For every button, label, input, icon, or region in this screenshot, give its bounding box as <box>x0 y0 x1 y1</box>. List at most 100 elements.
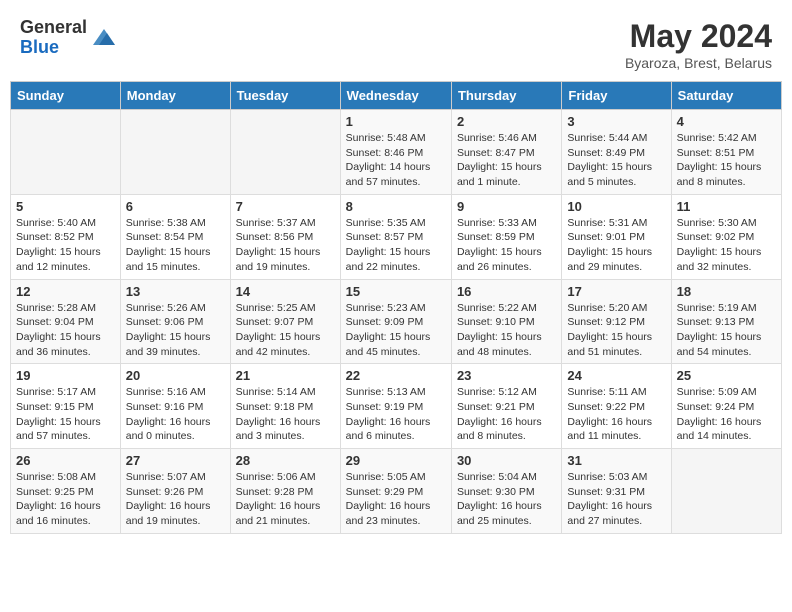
day-info: Sunrise: 5:14 AMSunset: 9:18 PMDaylight:… <box>236 385 335 444</box>
calendar-cell: 25 Sunrise: 5:09 AMSunset: 9:24 PMDayligh… <box>671 364 781 449</box>
calendar-cell: 18 Sunrise: 5:19 AMSunset: 9:13 PMDayligh… <box>671 279 781 364</box>
calendar-week-row: 26 Sunrise: 5:08 AMSunset: 9:25 PMDayligh… <box>11 449 782 534</box>
day-info: Sunrise: 5:11 AMSunset: 9:22 PMDaylight:… <box>567 385 665 444</box>
day-info: Sunrise: 5:40 AMSunset: 8:52 PMDaylight:… <box>16 216 115 275</box>
weekday-header: Sunday <box>11 82 121 110</box>
day-number: 15 <box>346 284 446 299</box>
calendar-cell: 5 Sunrise: 5:40 AMSunset: 8:52 PMDaylight… <box>11 194 121 279</box>
calendar-cell: 9 Sunrise: 5:33 AMSunset: 8:59 PMDaylight… <box>451 194 561 279</box>
day-info: Sunrise: 5:04 AMSunset: 9:30 PMDaylight:… <box>457 470 556 529</box>
day-info: Sunrise: 5:19 AMSunset: 9:13 PMDaylight:… <box>677 301 776 360</box>
day-info: Sunrise: 5:33 AMSunset: 8:59 PMDaylight:… <box>457 216 556 275</box>
calendar-cell: 23 Sunrise: 5:12 AMSunset: 9:21 PMDayligh… <box>451 364 561 449</box>
day-number: 31 <box>567 453 665 468</box>
weekday-header: Monday <box>120 82 230 110</box>
day-info: Sunrise: 5:08 AMSunset: 9:25 PMDaylight:… <box>16 470 115 529</box>
day-info: Sunrise: 5:20 AMSunset: 9:12 PMDaylight:… <box>567 301 665 360</box>
day-info: Sunrise: 5:23 AMSunset: 9:09 PMDaylight:… <box>346 301 446 360</box>
calendar-cell: 22 Sunrise: 5:13 AMSunset: 9:19 PMDayligh… <box>340 364 451 449</box>
day-info: Sunrise: 5:13 AMSunset: 9:19 PMDaylight:… <box>346 385 446 444</box>
logo-blue: Blue <box>20 37 59 57</box>
day-number: 7 <box>236 199 335 214</box>
day-number: 28 <box>236 453 335 468</box>
logo-icon <box>89 23 119 53</box>
calendar-cell: 3Sunrise: 5:44 AMSunset: 8:49 PMDaylight… <box>562 110 671 195</box>
day-number: 19 <box>16 368 115 383</box>
day-number: 4 <box>677 114 776 129</box>
calendar-cell: 13 Sunrise: 5:26 AMSunset: 9:06 PMDayligh… <box>120 279 230 364</box>
weekday-header: Thursday <box>451 82 561 110</box>
day-number: 9 <box>457 199 556 214</box>
calendar-cell: 4 Sunrise: 5:42 AMSunset: 8:51 PMDaylight… <box>671 110 781 195</box>
day-info: Sunrise: 5:09 AMSunset: 9:24 PMDaylight:… <box>677 385 776 444</box>
day-number: 6 <box>126 199 225 214</box>
calendar-week-row: 12 Sunrise: 5:28 AMSunset: 9:04 PMDayligh… <box>11 279 782 364</box>
logo-general: General <box>20 17 87 37</box>
day-info: Sunrise: 5:06 AMSunset: 9:28 PMDaylight:… <box>236 470 335 529</box>
day-number: 5 <box>16 199 115 214</box>
day-number: 3 <box>567 114 665 129</box>
calendar-cell: 26 Sunrise: 5:08 AMSunset: 9:25 PMDayligh… <box>11 449 121 534</box>
day-info: Sunrise: 5:35 AMSunset: 8:57 PMDaylight:… <box>346 216 446 275</box>
day-info: Sunrise: 5:05 AMSunset: 9:29 PMDaylight:… <box>346 470 446 529</box>
day-number: 1 <box>346 114 446 129</box>
day-number: 10 <box>567 199 665 214</box>
day-info: Sunrise: 5:26 AMSunset: 9:06 PMDaylight:… <box>126 301 225 360</box>
calendar-cell: 1 Sunrise: 5:48 AMSunset: 8:46 PMDaylight… <box>340 110 451 195</box>
day-number: 26 <box>16 453 115 468</box>
day-info: Sunrise: 5:30 AMSunset: 9:02 PMDaylight:… <box>677 216 776 275</box>
day-info: Sunrise: 5:42 AMSunset: 8:51 PMDaylight:… <box>677 131 776 190</box>
month-title: May 2024 <box>625 18 772 55</box>
calendar-cell: 2Sunrise: 5:46 AMSunset: 8:47 PMDaylight… <box>451 110 561 195</box>
day-number: 8 <box>346 199 446 214</box>
day-number: 20 <box>126 368 225 383</box>
day-number: 16 <box>457 284 556 299</box>
calendar-cell: 10 Sunrise: 5:31 AMSunset: 9:01 PMDayligh… <box>562 194 671 279</box>
calendar-cell <box>120 110 230 195</box>
day-info: Sunrise: 5:31 AMSunset: 9:01 PMDaylight:… <box>567 216 665 275</box>
day-info: Sunrise: 5:28 AMSunset: 9:04 PMDaylight:… <box>16 301 115 360</box>
day-number: 23 <box>457 368 556 383</box>
day-number: 18 <box>677 284 776 299</box>
calendar-cell: 21Sunrise: 5:14 AMSunset: 9:18 PMDayligh… <box>230 364 340 449</box>
day-number: 13 <box>126 284 225 299</box>
calendar-cell <box>230 110 340 195</box>
day-info: Sunrise: 5:37 AMSunset: 8:56 PMDaylight:… <box>236 216 335 275</box>
day-number: 29 <box>346 453 446 468</box>
calendar-cell: 15 Sunrise: 5:23 AMSunset: 9:09 PMDayligh… <box>340 279 451 364</box>
day-info: Sunrise: 5:12 AMSunset: 9:21 PMDaylight:… <box>457 385 556 444</box>
logo: General Blue <box>20 18 119 58</box>
calendar-cell: 30Sunrise: 5:04 AMSunset: 9:30 PMDayligh… <box>451 449 561 534</box>
day-info: Sunrise: 5:03 AMSunset: 9:31 PMDaylight:… <box>567 470 665 529</box>
day-number: 24 <box>567 368 665 383</box>
calendar-week-row: 1 Sunrise: 5:48 AMSunset: 8:46 PMDaylight… <box>11 110 782 195</box>
calendar-cell: 29 Sunrise: 5:05 AMSunset: 9:29 PMDayligh… <box>340 449 451 534</box>
day-info: Sunrise: 5:17 AMSunset: 9:15 PMDaylight:… <box>16 385 115 444</box>
calendar-cell <box>671 449 781 534</box>
page-header: General Blue May 2024 Byaroza, Brest, Be… <box>10 10 782 75</box>
day-number: 25 <box>677 368 776 383</box>
day-number: 27 <box>126 453 225 468</box>
calendar-cell: 7 Sunrise: 5:37 AMSunset: 8:56 PMDaylight… <box>230 194 340 279</box>
calendar-cell: 6Sunrise: 5:38 AMSunset: 8:54 PMDaylight… <box>120 194 230 279</box>
day-info: Sunrise: 5:48 AMSunset: 8:46 PMDaylight:… <box>346 131 446 190</box>
day-info: Sunrise: 5:46 AMSunset: 8:47 PMDaylight:… <box>457 131 556 190</box>
day-info: Sunrise: 5:07 AMSunset: 9:26 PMDaylight:… <box>126 470 225 529</box>
day-info: Sunrise: 5:22 AMSunset: 9:10 PMDaylight:… <box>457 301 556 360</box>
calendar-cell: 31 Sunrise: 5:03 AMSunset: 9:31 PMDayligh… <box>562 449 671 534</box>
calendar-cell: 20 Sunrise: 5:16 AMSunset: 9:16 PMDayligh… <box>120 364 230 449</box>
day-info: Sunrise: 5:25 AMSunset: 9:07 PMDaylight:… <box>236 301 335 360</box>
calendar-cell: 14 Sunrise: 5:25 AMSunset: 9:07 PMDayligh… <box>230 279 340 364</box>
calendar-cell: 17 Sunrise: 5:20 AMSunset: 9:12 PMDayligh… <box>562 279 671 364</box>
calendar-cell: 28 Sunrise: 5:06 AMSunset: 9:28 PMDayligh… <box>230 449 340 534</box>
day-number: 12 <box>16 284 115 299</box>
day-number: 17 <box>567 284 665 299</box>
day-info: Sunrise: 5:16 AMSunset: 9:16 PMDaylight:… <box>126 385 225 444</box>
day-number: 22 <box>346 368 446 383</box>
calendar-week-row: 5 Sunrise: 5:40 AMSunset: 8:52 PMDaylight… <box>11 194 782 279</box>
calendar-cell: 12 Sunrise: 5:28 AMSunset: 9:04 PMDayligh… <box>11 279 121 364</box>
calendar-cell: 11 Sunrise: 5:30 AMSunset: 9:02 PMDayligh… <box>671 194 781 279</box>
day-number: 11 <box>677 199 776 214</box>
day-number: 14 <box>236 284 335 299</box>
title-block: May 2024 Byaroza, Brest, Belarus <box>625 18 772 71</box>
